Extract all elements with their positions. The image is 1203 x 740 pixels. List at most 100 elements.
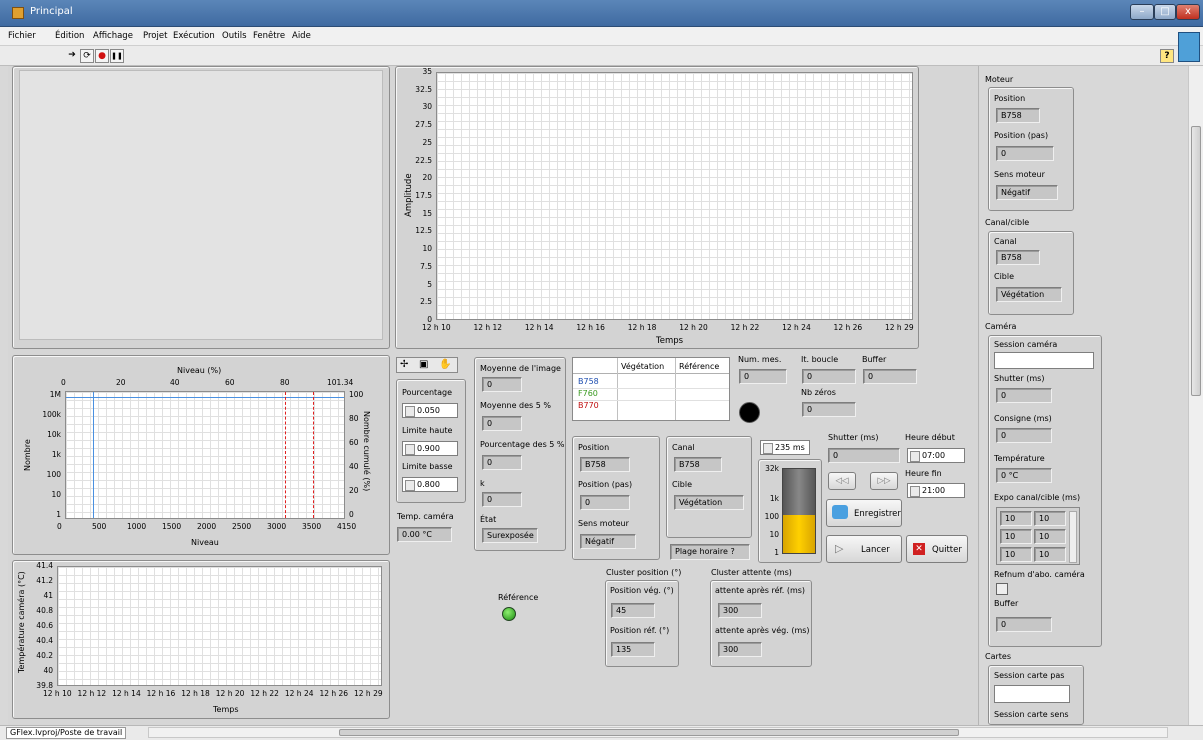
nb-zeros-label: Nb zéros: [801, 388, 836, 397]
project-path[interactable]: GFlex.lvproj/Poste de travail: [6, 727, 127, 739]
pourcentage5-indicator: 0: [482, 455, 522, 470]
run-arrow-icon[interactable]: ➔: [65, 49, 79, 63]
camera-cluster: Session caméra Shutter (ms) 0 Consigne (…: [988, 335, 1102, 647]
amplitude-y-tick: 20: [422, 173, 432, 183]
limite-haute-control[interactable]: 0.900: [402, 441, 458, 456]
table-header-vegetation: Végétation: [621, 362, 665, 371]
amplitude-x-tick: 12 h 22: [730, 323, 760, 332]
amplitude-plot[interactable]: [436, 72, 913, 320]
enregistrer-button[interactable]: Enregistrer: [826, 499, 902, 527]
menu-aide[interactable]: Aide: [292, 31, 311, 41]
histogram-x-tick: 3500: [302, 522, 322, 531]
pan-hand-icon[interactable]: ✋: [439, 359, 451, 370]
menu-fichier[interactable]: Fichier: [8, 31, 36, 41]
histogram-y2-tick: 40: [349, 462, 359, 471]
channel-table[interactable]: Végétation Référence B758 F760 B770: [572, 357, 730, 421]
quitter-button[interactable]: ✕ Quitter: [906, 535, 968, 563]
histogram-y2-tick: 80: [349, 414, 359, 423]
next-button[interactable]: ▷▷: [870, 472, 898, 490]
pause-icon[interactable]: ❚❚: [110, 49, 124, 63]
histogram-top-tick: 60: [225, 378, 235, 387]
abort-icon[interactable]: ●: [95, 49, 109, 63]
session-carte-pas-control[interactable]: [994, 685, 1070, 703]
session-carte-pas-label: Session carte pas: [994, 671, 1065, 680]
enregistrer-label: Enregistrer: [854, 509, 901, 519]
image-display[interactable]: [19, 70, 383, 340]
session-camera-control[interactable]: [994, 352, 1094, 369]
histogram-plot[interactable]: [65, 391, 345, 519]
pourcentage-label: Pourcentage: [402, 388, 453, 397]
amplitude-chart: Amplitude Temps 35 32.5 30 27.5 25 22.5 20 17.5…: [395, 66, 919, 349]
pourcentage-control[interactable]: 0.050: [402, 403, 458, 418]
canal-cluster: Canal B758 Cible Végétation: [666, 436, 752, 538]
shutter-indicator: 0: [828, 448, 900, 463]
exposure-control[interactable]: 235 ms: [760, 440, 810, 455]
zoom-icon[interactable]: ▣: [419, 359, 428, 370]
cumulative-line: [66, 397, 344, 398]
temperature-y-tick: 41: [43, 591, 53, 600]
histogram-y-tick: 10: [51, 490, 61, 499]
session-camera-label: Session caméra: [994, 340, 1058, 349]
heure-debut-control[interactable]: 07:00: [907, 448, 965, 463]
moteur-sens-indicator: Négatif: [996, 185, 1058, 200]
histogram-top-tick: 0: [61, 378, 66, 387]
histogram-x-tick: 2500: [232, 522, 252, 531]
exposure-gauge: 32k 1k 100 10 1: [758, 459, 822, 563]
minimize-button[interactable]: –: [1130, 4, 1154, 20]
buffer-indicator: 0: [863, 369, 917, 384]
temperature-y-tick: 40: [43, 666, 53, 675]
attente-apres-ref-indicator: 300: [718, 603, 762, 618]
limite-basse-control[interactable]: 0.800: [402, 477, 458, 492]
position-cluster: Position B758 Position (pas) 0 Sens mote…: [572, 436, 660, 560]
lancer-button[interactable]: ▷ Lancer: [826, 535, 902, 563]
exposure-gauge-tube[interactable]: [782, 468, 816, 554]
pourcentage5-label: Pourcentage des 5 %: [480, 440, 565, 449]
menu-affichage[interactable]: Affichage: [93, 31, 133, 41]
menu-fenetre[interactable]: Fenêtre: [253, 31, 285, 41]
temperature-x-tick: 12 h 10: [43, 689, 72, 698]
amplitude-x-tick: 12 h 24: [782, 323, 811, 332]
close-button[interactable]: x: [1176, 4, 1200, 20]
menu-execution[interactable]: Exécution: [173, 31, 215, 41]
canal-cible-title: Canal/cible: [985, 218, 1030, 227]
menu-projet[interactable]: Projet: [143, 31, 167, 41]
exposure-gauge-tick: 1k: [769, 494, 779, 503]
moteur-position-label: Position: [994, 94, 1026, 103]
attente-apres-veg-indicator: 300: [718, 642, 762, 657]
moyenne-image-indicator: 0: [482, 377, 522, 392]
seuils-cluster: Pourcentage 0.050 Limite haute 0.900 Lim…: [396, 379, 466, 503]
histogram-y2-tick: 0: [349, 510, 354, 519]
nb-zeros-indicator: 0: [802, 402, 856, 417]
quitter-label: Quitter: [932, 545, 962, 555]
graph-palette: ✢ ▣ ✋: [396, 357, 458, 373]
histogram-y2label: Nombre cumulé (%): [362, 411, 371, 492]
moteur-sens-label: Sens moteur: [994, 170, 1045, 179]
horizontal-scroll-thumb[interactable]: [339, 729, 959, 736]
maximize-button[interactable]: □: [1154, 4, 1176, 20]
amplitude-y-tick: 27.5: [415, 120, 432, 130]
temperature-plot[interactable]: [57, 566, 382, 686]
histogram-x-tick: 1500: [162, 522, 182, 531]
moyenne5-indicator: 0: [482, 416, 522, 431]
heure-fin-control[interactable]: 21:00: [907, 483, 965, 498]
amplitude-y-tick: 25: [422, 137, 432, 147]
run-continuously-icon[interactable]: ⟳: [80, 49, 94, 63]
vertical-scrollbar[interactable]: [1188, 66, 1203, 725]
cluster-attente-title: Cluster attente (ms): [711, 568, 792, 577]
temperature-y-tick: 40.6: [36, 621, 53, 630]
horizontal-scrollbar[interactable]: [148, 727, 1168, 738]
position-pas-label: Position (pas): [578, 480, 633, 489]
help-icon[interactable]: ?: [1160, 49, 1174, 63]
position-ref-indicator: 135: [611, 642, 655, 657]
menu-edition[interactable]: Édition: [55, 31, 84, 41]
cursor-move-icon[interactable]: ✢: [400, 359, 408, 370]
menu-outils[interactable]: Outils: [222, 31, 247, 41]
refnum-icon: [996, 583, 1008, 595]
expo-array[interactable]: 10 10 10 10 10 10: [996, 507, 1080, 565]
camera-shutter-label: Shutter (ms): [994, 374, 1045, 383]
temperature-x-tick: 12 h 18: [181, 689, 210, 698]
expo-scrollbar[interactable]: [1069, 511, 1077, 563]
previous-button[interactable]: ◁◁: [828, 472, 856, 490]
temperature-x-tick: 12 h 24: [284, 689, 314, 698]
vertical-scroll-thumb[interactable]: [1191, 126, 1201, 396]
